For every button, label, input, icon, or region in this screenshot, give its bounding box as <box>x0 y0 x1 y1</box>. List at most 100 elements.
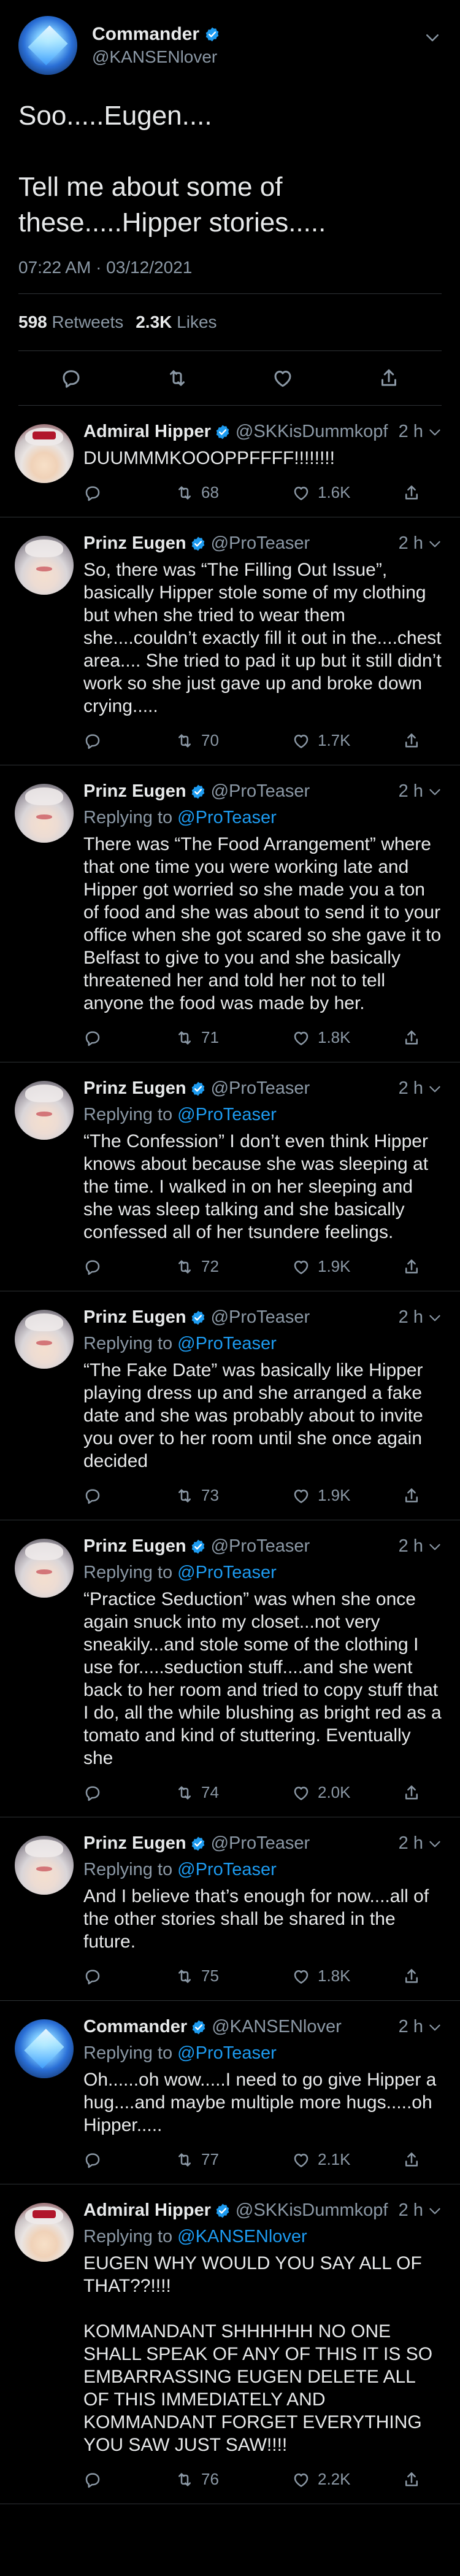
avatar[interactable] <box>15 1081 74 1140</box>
like-button[interactable]: 2.1K <box>292 2150 390 2169</box>
share-button[interactable] <box>402 1029 421 1047</box>
chevron-down-icon[interactable] <box>427 784 443 800</box>
reply-icon[interactable] <box>60 367 82 389</box>
retweet-button[interactable]: 74 <box>175 1783 280 1802</box>
retweet-button[interactable]: 70 <box>175 731 280 750</box>
reply-author-name[interactable]: Prinz Eugen <box>83 1078 186 1099</box>
avatar[interactable] <box>15 2203 74 2262</box>
like-button[interactable]: 1.9K <box>292 1486 390 1505</box>
reply-button[interactable] <box>83 484 163 502</box>
reply-author-handle[interactable]: @ProTeaser <box>211 533 310 554</box>
likes-stat[interactable]: 2.3K Likes <box>136 312 217 332</box>
retweet-button[interactable]: 72 <box>175 1257 280 1276</box>
reply-author-handle[interactable]: @ProTeaser <box>211 1536 310 1557</box>
avatar[interactable] <box>15 1310 74 1369</box>
reply-button[interactable] <box>83 732 163 750</box>
reply-author-handle[interactable]: @ProTeaser <box>211 781 310 802</box>
reply-time[interactable]: 2 h <box>393 533 423 554</box>
reply-author-handle[interactable]: @SKKisDummkopf <box>236 422 388 442</box>
like-button[interactable]: 2.0K <box>292 1783 390 1802</box>
reply-time[interactable]: 2 h <box>393 422 423 442</box>
replying-to-link[interactable]: @ProTeaser <box>177 2043 277 2063</box>
avatar[interactable] <box>15 536 74 595</box>
reply-time[interactable]: 2 h <box>393 1078 423 1099</box>
reply-time[interactable]: 2 h <box>393 2200 423 2221</box>
tweet-timestamp[interactable]: 07:22 AM · 03/12/2021 <box>18 258 442 277</box>
share-button[interactable] <box>402 732 421 750</box>
chevron-down-icon[interactable] <box>427 2203 443 2219</box>
reply-author-name[interactable]: Admiral Hipper <box>83 2200 211 2221</box>
avatar[interactable] <box>15 424 74 483</box>
replying-to-link[interactable]: @KANSENlover <box>177 2227 307 2246</box>
reply-author-name[interactable]: Prinz Eugen <box>83 1833 186 1854</box>
reply-button[interactable] <box>83 2151 163 2169</box>
reply-author-name[interactable]: Commander <box>83 2017 187 2037</box>
chevron-down-icon[interactable] <box>427 1310 443 1326</box>
like-button[interactable]: 1.9K <box>292 1257 390 1276</box>
like-button[interactable]: 1.6K <box>292 483 390 502</box>
reply-tweet[interactable]: Prinz Eugen @ProTeaser 2 h Replying to @… <box>0 1291 460 1520</box>
like-button[interactable]: 1.7K <box>292 731 390 750</box>
reply-button[interactable] <box>83 1967 163 1986</box>
replying-to-link[interactable]: @ProTeaser <box>177 1105 277 1124</box>
avatar[interactable] <box>15 1539 74 1598</box>
reply-tweet[interactable]: Prinz Eugen @ProTeaser 2 h So, there was… <box>0 517 460 765</box>
chevron-down-icon[interactable] <box>427 536 443 552</box>
share-button[interactable] <box>402 2470 421 2489</box>
reply-tweet[interactable]: Admiral Hipper @SKKisDummkopf 2 h Replyi… <box>0 2184 460 2504</box>
reply-time[interactable]: 2 h <box>393 1307 423 1328</box>
replying-to-link[interactable]: @ProTeaser <box>177 1563 277 1582</box>
reply-button[interactable] <box>83 1784 163 1802</box>
avatar[interactable] <box>15 784 74 843</box>
reply-time[interactable]: 2 h <box>393 1833 423 1854</box>
retweet-button[interactable]: 76 <box>175 2470 280 2489</box>
like-icon[interactable] <box>272 367 294 389</box>
reply-time[interactable]: 2 h <box>393 781 423 802</box>
avatar[interactable] <box>18 16 77 75</box>
share-button[interactable] <box>402 484 421 502</box>
reply-tweet[interactable]: Prinz Eugen @ProTeaser 2 h Replying to @… <box>0 1520 460 1817</box>
chevron-down-icon[interactable] <box>427 1539 443 1555</box>
retweets-stat[interactable]: 598 Retweets <box>18 312 123 332</box>
reply-tweet[interactable]: Prinz Eugen @ProTeaser 2 h Replying to @… <box>0 1817 460 2001</box>
like-button[interactable]: 1.8K <box>292 1967 390 1986</box>
reply-time[interactable]: 2 h <box>393 1536 423 1557</box>
chevron-down-icon[interactable] <box>423 28 442 47</box>
avatar[interactable] <box>15 1836 74 1895</box>
share-button[interactable] <box>402 1784 421 1802</box>
reply-author-name[interactable]: Prinz Eugen <box>83 533 186 554</box>
replying-to-link[interactable]: @ProTeaser <box>177 1860 277 1879</box>
reply-author-handle[interactable]: @ProTeaser <box>211 1307 310 1328</box>
reply-author-handle[interactable]: @KANSENlover <box>212 2017 342 2037</box>
reply-author-name[interactable]: Prinz Eugen <box>83 1536 186 1557</box>
share-button[interactable] <box>402 2151 421 2169</box>
retweet-button[interactable]: 77 <box>175 2150 280 2169</box>
author-handle[interactable]: @KANSENlover <box>92 47 220 67</box>
replying-to-link[interactable]: @ProTeaser <box>177 1334 277 1353</box>
reply-button[interactable] <box>83 1487 163 1505</box>
reply-time[interactable]: 2 h <box>393 2017 423 2037</box>
like-button[interactable]: 1.8K <box>292 1028 390 1047</box>
reply-button[interactable] <box>83 1258 163 1276</box>
share-button[interactable] <box>402 1487 421 1505</box>
reply-author-handle[interactable]: @ProTeaser <box>211 1078 310 1099</box>
share-button[interactable] <box>402 1967 421 1986</box>
reply-tweet[interactable]: Prinz Eugen @ProTeaser 2 h Replying to @… <box>0 765 460 1062</box>
retweet-button[interactable]: 68 <box>175 483 280 502</box>
avatar[interactable] <box>15 2019 74 2078</box>
share-button[interactable] <box>402 1258 421 1276</box>
reply-tweet[interactable]: Prinz Eugen @ProTeaser 2 h Replying to @… <box>0 1062 460 1291</box>
share-icon[interactable] <box>378 367 400 389</box>
retweet-icon[interactable] <box>166 367 188 389</box>
reply-author-name[interactable]: Prinz Eugen <box>83 1307 186 1328</box>
chevron-down-icon[interactable] <box>427 1081 443 1097</box>
retweet-button[interactable]: 71 <box>175 1028 280 1047</box>
reply-button[interactable] <box>83 1029 163 1047</box>
chevron-down-icon[interactable] <box>427 2019 443 2035</box>
retweet-button[interactable]: 73 <box>175 1486 280 1505</box>
like-button[interactable]: 2.2K <box>292 2470 390 2489</box>
chevron-down-icon[interactable] <box>427 1836 443 1852</box>
replying-to-link[interactable]: @ProTeaser <box>177 808 277 827</box>
retweet-button[interactable]: 75 <box>175 1967 280 1986</box>
reply-tweet[interactable]: Commander @KANSENlover 2 h Replying to @… <box>0 2001 460 2184</box>
